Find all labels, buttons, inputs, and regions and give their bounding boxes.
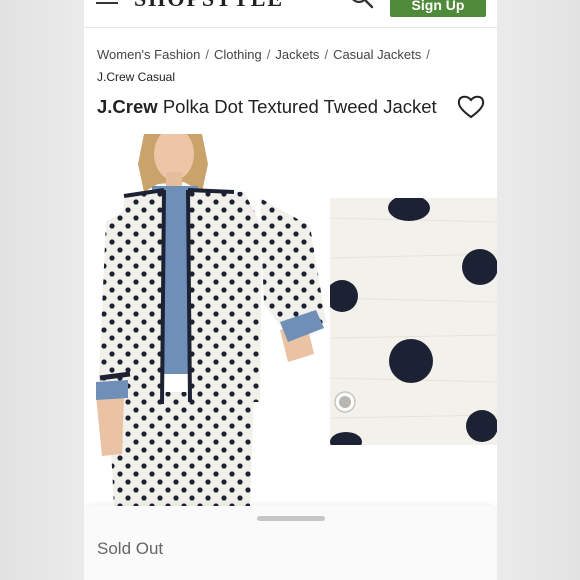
sign-up-button[interactable]: Sign Up <box>390 0 486 17</box>
heart-icon[interactable] <box>457 94 485 120</box>
breadcrumb-jackets[interactable]: Jackets <box>275 47 319 62</box>
site-logo[interactable]: SHOPSTYLE <box>134 0 284 12</box>
breadcrumb-separator: / <box>205 47 210 62</box>
background-left <box>0 0 84 580</box>
menu-icon[interactable] <box>96 0 118 4</box>
breadcrumb-casual-jackets[interactable]: Casual Jackets <box>333 47 421 62</box>
breadcrumb-separator: / <box>324 47 329 62</box>
site-header: SHOPSTYLE Sign Up <box>84 0 497 28</box>
product-detail-image[interactable] <box>330 198 497 445</box>
product-title: J.Crew Polka Dot Textured Tweed Jacket <box>97 96 437 118</box>
search-icon[interactable] <box>348 0 376 12</box>
bottom-sheet: Sold Out <box>84 506 497 580</box>
breadcrumb-current[interactable]: J.Crew Casual <box>97 66 482 89</box>
product-name: Polka Dot Textured Tweed Jacket <box>162 96 437 117</box>
breadcrumb-separator: / <box>426 47 430 62</box>
product-page: SHOPSTYLE Sign Up Women's Fashion / Clothi… <box>84 0 497 580</box>
sheet-drag-handle[interactable] <box>257 516 325 521</box>
product-main-image[interactable] <box>84 134 330 506</box>
background-right <box>497 0 580 580</box>
sold-out-status: Sold Out <box>97 539 164 558</box>
breadcrumb-womens-fashion[interactable]: Women's Fashion <box>97 47 200 62</box>
breadcrumb: Women's Fashion / Clothing / Jackets / Casual … <box>97 43 482 89</box>
product-brand[interactable]: J.Crew <box>97 96 158 117</box>
breadcrumb-separator: / <box>266 47 271 62</box>
breadcrumb-clothing[interactable]: Clothing <box>214 47 262 62</box>
